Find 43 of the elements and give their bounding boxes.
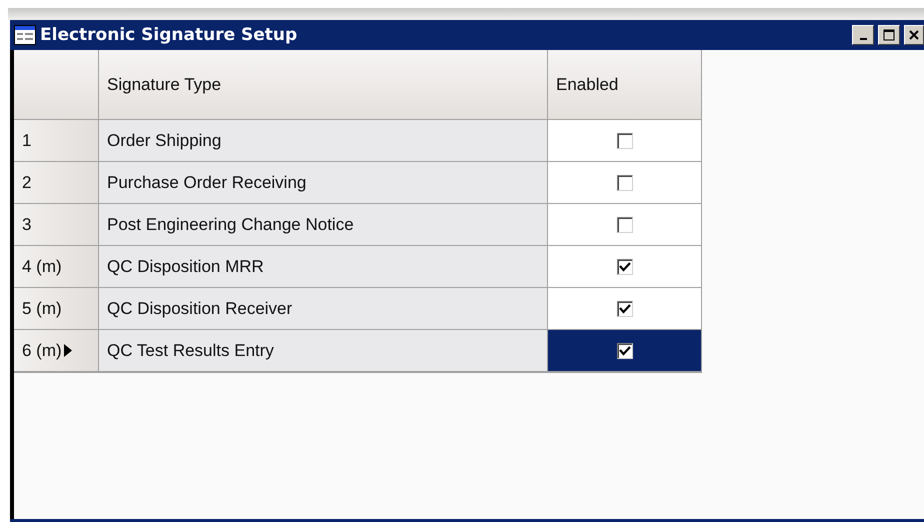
enabled-cell[interactable] (548, 162, 702, 204)
close-icon (909, 30, 919, 40)
row-number: 2 (22, 172, 32, 192)
enabled-cell[interactable] (548, 204, 702, 246)
row-number: 6 (m) (22, 340, 62, 360)
column-header[interactable]: Signature Type (99, 50, 548, 120)
row-number: 3 (22, 214, 32, 234)
check-mark-icon (618, 344, 630, 356)
minimize-button[interactable] (852, 25, 874, 45)
window-icon (14, 25, 36, 45)
window-title: Electronic Signature Setup (40, 25, 298, 45)
enabled-checkbox[interactable] (616, 342, 632, 358)
enabled-cell[interactable] (548, 330, 702, 372)
enabled-checkbox[interactable] (616, 258, 632, 274)
enabled-cell[interactable] (548, 288, 702, 330)
check-mark-icon (618, 260, 630, 272)
enabled-cell[interactable] (548, 120, 702, 162)
table-cell: Purchase Order Receiving (99, 162, 548, 204)
table-cell: QC Test Results Entry (99, 330, 548, 372)
row-number: 1 (22, 130, 32, 150)
enabled-checkbox[interactable] (616, 132, 632, 148)
row-number: 5 (m) (22, 298, 62, 318)
table-cell: QC Disposition MRR (99, 246, 548, 288)
check-mark-icon (618, 302, 630, 314)
table-cell: QC Disposition Receiver (99, 288, 548, 330)
column-header[interactable]: Enabled (548, 50, 702, 120)
enabled-checkbox[interactable] (616, 216, 632, 232)
row-number: 4 (m) (22, 256, 62, 276)
enabled-checkbox[interactable] (616, 174, 632, 190)
row-header[interactable]: 4 (m) (14, 246, 99, 288)
row-header[interactable]: 1 (14, 120, 99, 162)
table-cell: Order Shipping (99, 120, 548, 162)
row-header[interactable]: 2 (14, 162, 99, 204)
enabled-cell[interactable] (548, 246, 702, 288)
maximize-button[interactable] (878, 25, 900, 45)
minimize-icon (860, 38, 866, 40)
enabled-checkbox[interactable] (616, 300, 632, 316)
row-header[interactable]: 6 (m) (14, 330, 99, 372)
row-header[interactable]: 5 (m) (14, 288, 99, 330)
maximize-icon (883, 29, 895, 41)
row-header[interactable]: 3 (14, 204, 99, 246)
close-button[interactable] (904, 25, 924, 45)
table-cell: Post Engineering Change Notice (99, 204, 548, 246)
